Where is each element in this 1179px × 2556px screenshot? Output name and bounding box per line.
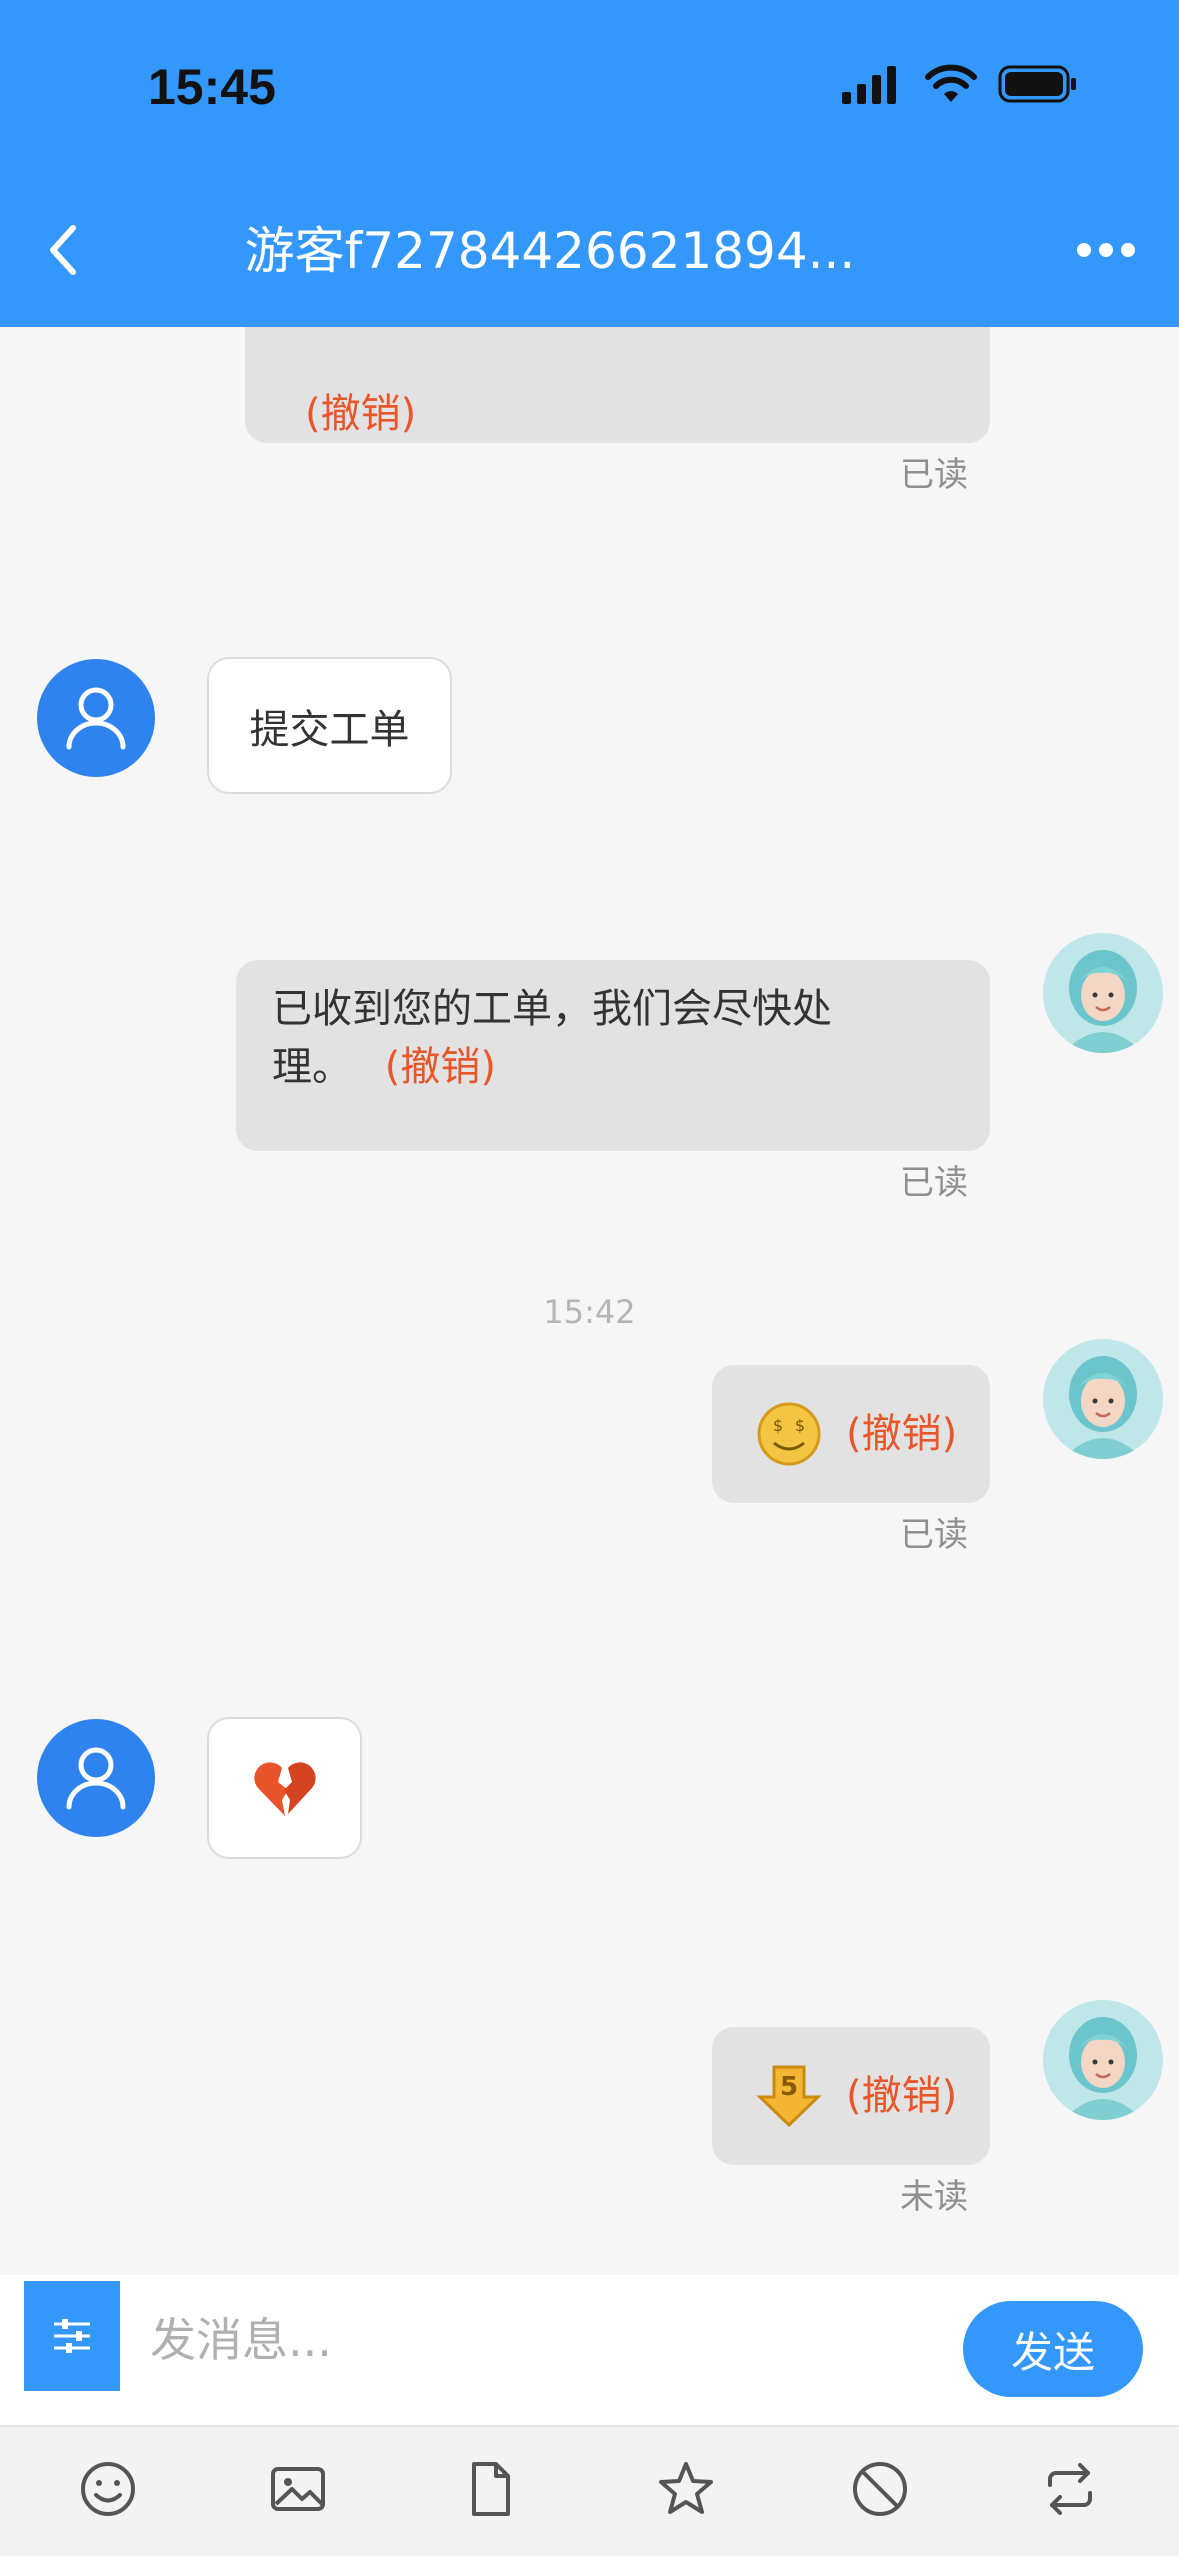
svg-text:$: $ [773, 1416, 783, 1435]
signal-icon [842, 66, 896, 104]
transfer-icon [1048, 2463, 1092, 2515]
broken-heart-emoji-icon [253, 1762, 316, 1816]
agent-message: (撤销) [245, 327, 990, 443]
top-bar: 15:45 游客f72784426621894... [0, 0, 1179, 327]
agent-message: 5 (撤销) [712, 2027, 990, 2165]
favorite-button[interactable] [646, 2449, 726, 2529]
send-button[interactable]: 发送 [963, 2301, 1143, 2397]
more-button[interactable] [1066, 220, 1146, 280]
recall-link[interactable]: (撤销) [846, 2067, 957, 2125]
emoji-button[interactable] [68, 2449, 148, 2529]
person-icon [66, 1747, 126, 1810]
agent-avatar [1043, 1339, 1163, 1459]
unread-status: 未读 [900, 2177, 968, 2217]
transfer-button[interactable] [1030, 2449, 1110, 2529]
recall-link[interactable]: (撤销) [385, 1044, 496, 1090]
image-button[interactable] [258, 2449, 338, 2529]
agent-avatar-image [1043, 933, 1163, 1053]
smile-icon [81, 2462, 135, 2516]
chat-title: 游客f72784426621894... [244, 222, 856, 280]
agent-avatar [1043, 2000, 1163, 2120]
download-five-emoji-icon: 5 [756, 2065, 822, 2128]
user-avatar [37, 659, 155, 777]
money-face-emoji-icon: $ $ [757, 1402, 821, 1466]
person-icon [66, 687, 126, 750]
input-bar: 发送 [0, 2275, 1179, 2425]
file-button[interactable] [450, 2449, 530, 2529]
file-icon [472, 2462, 510, 2516]
back-button[interactable] [28, 210, 98, 290]
message-text-line2: 理。 [272, 1044, 352, 1090]
wifi-icon [925, 64, 977, 102]
agent-message: $ $ (撤销) [712, 1365, 990, 1503]
status-time: 15:45 [148, 59, 276, 115]
read-status: 已读 [900, 1163, 968, 1203]
agent-avatar-image [1043, 1339, 1163, 1459]
message-text-line1: 已收到您的工单，我们会尽快处 [272, 986, 832, 1032]
read-status: 已读 [900, 455, 968, 495]
read-status: 已读 [900, 1515, 968, 1555]
user-avatar [37, 1719, 155, 1837]
chat-area[interactable]: (撤销) 已读 提交工单 已收到您的工单，我们会尽快处 理。 (撤销) 已读 1… [0, 327, 1179, 2275]
recall-link[interactable]: (撤销) [305, 391, 416, 437]
sliders-icon [54, 2319, 90, 2353]
message-text: 提交工单 [249, 706, 410, 753]
svg-text:5: 5 [780, 2072, 798, 2102]
star-icon [659, 2462, 713, 2514]
battery-icon [998, 65, 1076, 103]
user-message: 提交工单 [207, 657, 452, 794]
chevron-left-icon [50, 225, 76, 275]
svg-text:$: $ [795, 1416, 805, 1435]
user-message [207, 1717, 362, 1859]
bottom-toolbar [0, 2425, 1179, 2556]
block-icon [853, 2462, 907, 2516]
block-button[interactable] [840, 2449, 920, 2529]
agent-message: 已收到您的工单，我们会尽快处 理。 (撤销) [236, 960, 990, 1151]
agent-avatar-image [1043, 2000, 1163, 2120]
message-input[interactable] [150, 2295, 930, 2385]
image-icon [271, 2467, 325, 2511]
more-dots-icon [1077, 243, 1135, 257]
recall-link[interactable]: (撤销) [846, 1405, 957, 1463]
time-divider: 15:42 [543, 1293, 636, 1331]
agent-avatar [1043, 933, 1163, 1053]
tools-button[interactable] [24, 2281, 120, 2391]
